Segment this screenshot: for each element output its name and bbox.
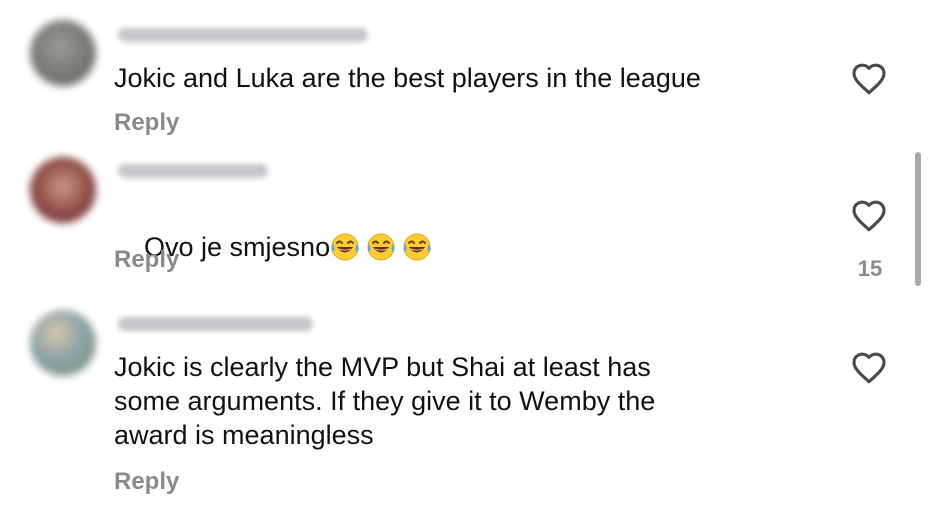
reply-button[interactable]: Reply	[114, 468, 179, 496]
face-with-tears-of-joy-icon	[331, 233, 359, 261]
face-with-tears-of-joy-icon	[403, 233, 431, 261]
avatar[interactable]	[30, 20, 96, 86]
username-blurred[interactable]	[118, 164, 268, 178]
like-count: 15	[857, 256, 883, 281]
scrollbar[interactable]	[915, 152, 921, 286]
comment-text: Jokic and Luka are the best players in t…	[114, 63, 701, 93]
comment-text: Ovo je smjesno	[114, 196, 814, 298]
comment-item: Jokic and Luka are the best players in t…	[0, 0, 930, 150]
reply-button[interactable]: Reply	[114, 246, 179, 274]
comment-item: Jokic is clearly the MVP but Shai at lea…	[0, 300, 930, 513]
heart-icon[interactable]	[851, 351, 887, 384]
avatar[interactable]	[30, 310, 96, 376]
comment-text: Jokic is clearly the MVP but Shai at lea…	[114, 352, 656, 450]
username-blurred[interactable]	[118, 317, 313, 331]
avatar[interactable]	[30, 157, 96, 223]
comment-item: Ovo je smjesno Reply 15	[0, 150, 930, 300]
heart-icon[interactable]	[851, 199, 887, 232]
reply-button[interactable]: Reply	[114, 109, 179, 137]
heart-icon[interactable]	[851, 62, 887, 95]
username-blurred[interactable]	[118, 28, 368, 42]
face-with-tears-of-joy-icon	[367, 233, 395, 261]
